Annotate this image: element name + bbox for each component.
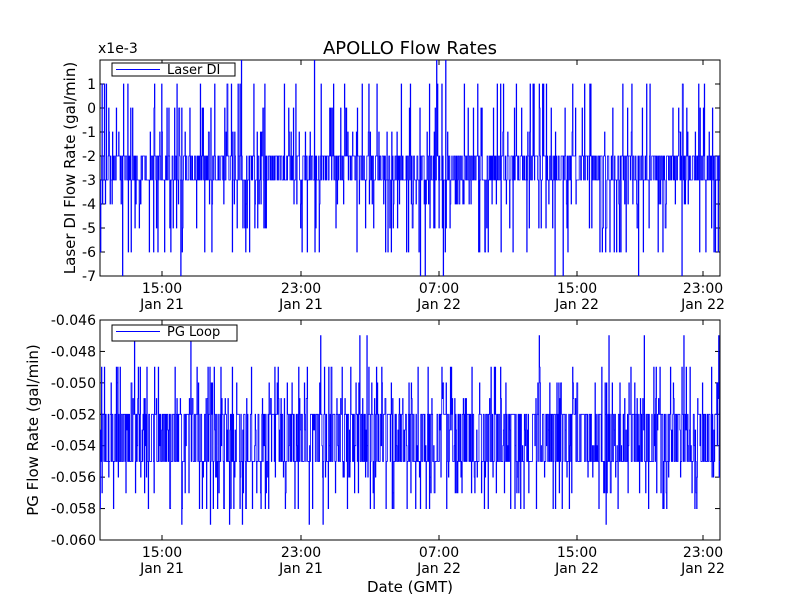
y-tick-label: -2 [82, 149, 96, 165]
laser-di-legend: Laser DI [111, 62, 236, 78]
laser-di-legend-label: Laser DI [167, 63, 220, 78]
y-tick-label: -0.054 [51, 439, 96, 455]
x-tick-date: Jan 22 [554, 297, 599, 313]
y-tick-label: -0.058 [51, 502, 96, 518]
x-tick-time: 15:00 [142, 281, 182, 297]
y-tick-label: 1 [87, 77, 96, 93]
laser-di-scale-label: x1e-3 [98, 41, 138, 57]
x-tick-date: Jan 21 [278, 297, 323, 313]
x-tick-time: 15:00 [557, 545, 597, 561]
x-tick-time: 07:00 [419, 545, 459, 561]
y-tick-label: 0 [87, 101, 96, 117]
x-tick-date: Jan 21 [139, 561, 184, 577]
x-tick-date: Jan 22 [680, 561, 725, 577]
y-tick-label: -0.056 [51, 470, 96, 486]
pg-loop-legend-label: PG Loop [167, 325, 220, 340]
pg-loop-chart: PG Flow Rate (gal/min) Date (GMT) -0.046… [24, 313, 725, 596]
x-tick-date: Jan 22 [554, 561, 599, 577]
y-tick-label: -1 [82, 125, 96, 141]
laser-di-y-axis-label: Laser DI Flow Rate (gal/min) [61, 62, 79, 274]
y-tick-label: -7 [82, 269, 96, 285]
pg-loop-x-axis-label: Date (GMT) [367, 578, 453, 596]
x-tick-date: Jan 22 [416, 297, 461, 313]
x-tick-date: Jan 22 [416, 561, 461, 577]
y-tick-label: -0.060 [51, 533, 96, 549]
y-tick-label: -3 [82, 173, 96, 189]
figure: APOLLO Flow Rates x1e-3 Laser DI Flow Ra… [24, 38, 725, 596]
pg-loop-legend: PG Loop [111, 324, 238, 342]
y-tick-label: -0.052 [51, 407, 96, 423]
y-tick-label: -6 [82, 245, 96, 261]
y-tick-label: -0.048 [51, 344, 96, 360]
x-tick-time: 15:00 [142, 545, 182, 561]
x-tick-time: 23:00 [281, 545, 321, 561]
x-tick-date: Jan 22 [680, 297, 725, 313]
y-tick-label: -5 [82, 221, 96, 237]
x-tick-time: 23:00 [683, 281, 723, 297]
x-tick-time: 07:00 [419, 281, 459, 297]
y-tick-label: -0.046 [51, 313, 96, 329]
x-tick-time: 23:00 [683, 545, 723, 561]
x-tick-time: 23:00 [281, 281, 321, 297]
y-tick-label: -4 [82, 197, 96, 213]
x-tick-date: Jan 21 [278, 561, 323, 577]
x-tick-time: 15:00 [557, 281, 597, 297]
figure-title: APOLLO Flow Rates [323, 38, 497, 59]
x-tick-date: Jan 21 [139, 297, 184, 313]
pg-loop-y-axis-label: PG Flow Rate (gal/min) [24, 344, 42, 516]
y-tick-label: -0.050 [51, 376, 96, 392]
laser-di-chart: x1e-3 Laser DI Flow Rate (gal/min) 1 0 -1 -… [61, 41, 725, 313]
